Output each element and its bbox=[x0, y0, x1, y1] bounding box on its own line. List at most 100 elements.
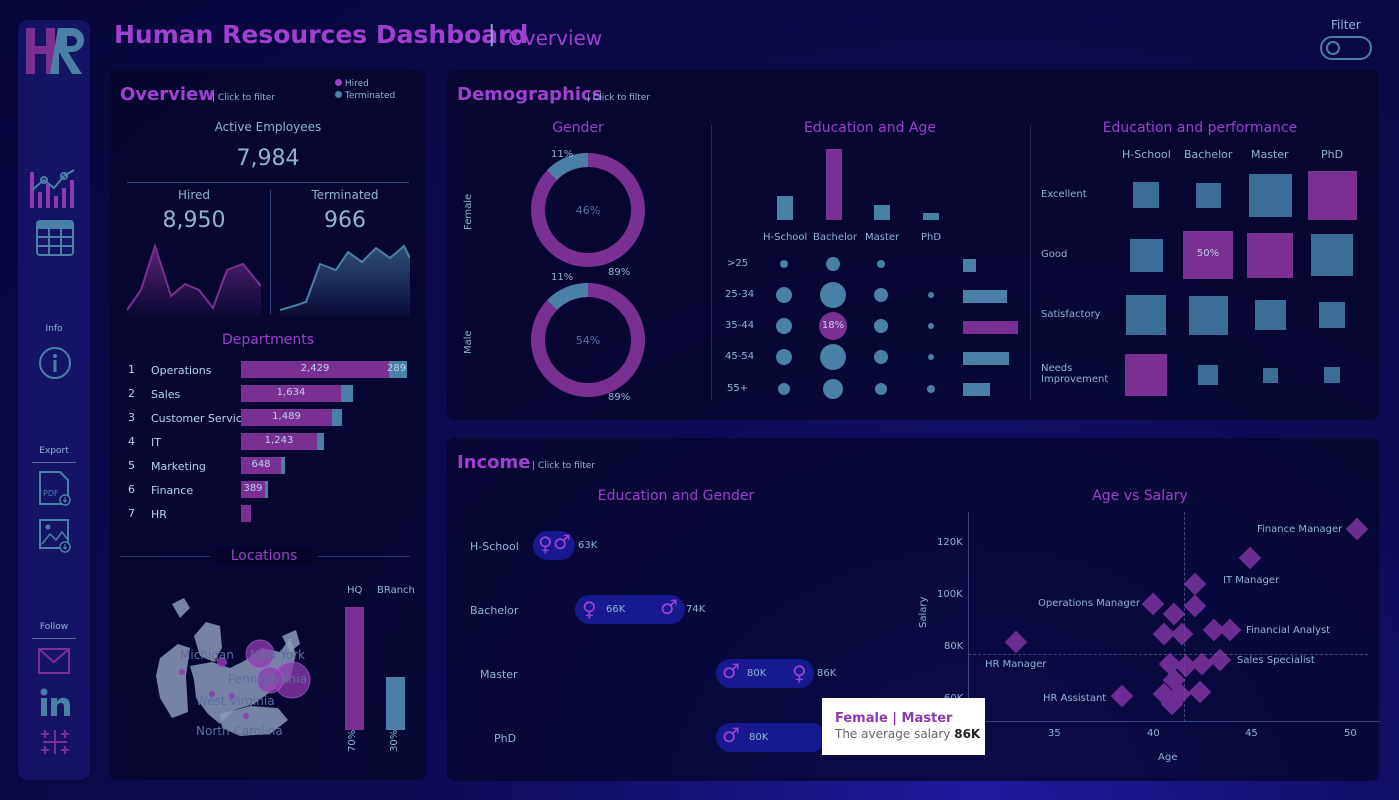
department-terminated-bar[interactable] bbox=[341, 385, 353, 402]
perf-square[interactable] bbox=[1133, 182, 1159, 208]
x-tick: 50 bbox=[1344, 728, 1357, 739]
terminated-label: Terminated bbox=[311, 188, 379, 202]
income-hint[interactable]: | Click to filter bbox=[532, 461, 595, 471]
overview-hint[interactable]: | Click to filter bbox=[212, 93, 275, 103]
male-icon: ♂ bbox=[553, 530, 571, 554]
perf-square[interactable] bbox=[1247, 233, 1293, 278]
edu-age-bubbles[interactable] bbox=[765, 250, 965, 400]
hired-value: 8,950 bbox=[162, 208, 226, 233]
perf-square[interactable] bbox=[1308, 171, 1357, 220]
hq-bar[interactable] bbox=[345, 607, 364, 730]
age-count-bar[interactable] bbox=[963, 383, 990, 396]
male-small-pct: 11% bbox=[551, 272, 574, 283]
male-big-pct: 89% bbox=[608, 392, 631, 403]
tooltip-title: Female | Master bbox=[835, 711, 953, 726]
branch-label: BRanch bbox=[377, 585, 415, 596]
dashboard-title: Human Resources Dashboard bbox=[114, 20, 529, 49]
image-export-icon[interactable] bbox=[38, 516, 76, 553]
age-count-bar[interactable] bbox=[963, 321, 1018, 334]
department-terminated-value: 289 bbox=[387, 363, 407, 374]
department-name[interactable]: HR bbox=[151, 508, 167, 526]
perf-square[interactable] bbox=[1319, 302, 1345, 328]
toggle-knob[interactable] bbox=[1326, 41, 1340, 55]
department-rank: 4 bbox=[128, 435, 135, 448]
income-row-label: Bachelor bbox=[470, 604, 519, 617]
edu-count-bar[interactable] bbox=[826, 149, 842, 220]
scatter-points[interactable] bbox=[968, 510, 1378, 722]
edu-count-bar[interactable] bbox=[923, 213, 939, 220]
edu-count-bar[interactable] bbox=[874, 205, 890, 220]
perf-square[interactable] bbox=[1130, 239, 1163, 272]
dashboard-icon[interactable] bbox=[28, 166, 78, 212]
department-hired-bar[interactable] bbox=[241, 505, 251, 522]
job-label: IT Manager bbox=[1223, 575, 1280, 586]
perf-square[interactable] bbox=[1249, 174, 1292, 217]
department-hired-value: 1,634 bbox=[276, 387, 306, 398]
pdf-export-icon[interactable]: PDF bbox=[38, 470, 76, 506]
demographics-hint-text: Click to filter bbox=[592, 93, 651, 103]
divider bbox=[127, 182, 409, 183]
info-icon[interactable] bbox=[38, 346, 76, 382]
tooltip-value: 86K bbox=[954, 727, 981, 741]
map-label-west-virginia: West Virginia bbox=[196, 694, 275, 708]
x-tick: 35 bbox=[1048, 728, 1061, 739]
perf-square[interactable] bbox=[1196, 183, 1221, 208]
education-age-title: Education and Age bbox=[803, 120, 936, 136]
department-terminated-bar[interactable] bbox=[317, 433, 324, 450]
department-terminated-bar[interactable] bbox=[265, 481, 268, 498]
perf-square[interactable] bbox=[1125, 354, 1167, 396]
export-label: Export bbox=[39, 446, 69, 456]
divider bbox=[270, 190, 271, 314]
perf-col-label: Master bbox=[1251, 148, 1289, 161]
male-icon: ♂ bbox=[660, 595, 678, 619]
perf-col-label: PhD bbox=[1321, 148, 1344, 161]
terminated-trend-chart[interactable] bbox=[280, 240, 410, 316]
income-value-female: 86K bbox=[817, 668, 837, 679]
perf-square[interactable] bbox=[1311, 234, 1353, 276]
job-label: Financial Analyst bbox=[1246, 625, 1331, 636]
department-rank: 7 bbox=[128, 507, 135, 520]
table-icon[interactable] bbox=[36, 220, 74, 256]
info-label: Info bbox=[45, 324, 63, 334]
perf-square[interactable] bbox=[1324, 367, 1340, 383]
department-name[interactable]: Customer Service bbox=[151, 412, 249, 430]
department-name[interactable]: Operations bbox=[151, 364, 211, 382]
perf-square[interactable] bbox=[1255, 300, 1286, 330]
age-count-bar[interactable] bbox=[963, 352, 1009, 365]
branch-bar[interactable] bbox=[386, 677, 405, 730]
edu-count-bar[interactable] bbox=[777, 196, 793, 220]
department-hired-value: 2,429 bbox=[300, 363, 330, 374]
male-center-pct: 54% bbox=[575, 334, 601, 347]
perf-square[interactable] bbox=[1263, 368, 1278, 383]
terminated-value: 966 bbox=[324, 208, 366, 233]
map-label-north-carolina: North Carolina bbox=[196, 724, 283, 738]
hired-trend-chart[interactable] bbox=[127, 240, 261, 316]
tableau-icon[interactable] bbox=[38, 726, 76, 762]
linkedin-icon[interactable] bbox=[40, 688, 78, 724]
department-terminated-bar[interactable] bbox=[281, 457, 285, 474]
perf-row-label: Satisfactory bbox=[1041, 309, 1101, 320]
perf-square[interactable] bbox=[1198, 365, 1218, 385]
hr-logo[interactable] bbox=[24, 24, 84, 78]
department-name[interactable]: Sales bbox=[151, 388, 180, 406]
filter-toggle[interactable] bbox=[1320, 36, 1372, 60]
age-count-bar[interactable] bbox=[963, 290, 1007, 303]
departments-title: Departments bbox=[221, 332, 314, 348]
perf-square[interactable] bbox=[1189, 296, 1228, 335]
gmail-icon[interactable] bbox=[38, 648, 76, 684]
department-terminated-bar[interactable] bbox=[332, 409, 342, 426]
age-count-bar[interactable] bbox=[963, 259, 976, 272]
edu-level-label: PhD bbox=[921, 232, 942, 243]
overview-hint-text: Click to filter bbox=[217, 93, 276, 103]
department-name[interactable]: Marketing bbox=[151, 460, 206, 478]
legend-hired: Hired bbox=[344, 79, 369, 89]
department-name[interactable]: Finance bbox=[151, 484, 193, 502]
department-name[interactable]: IT bbox=[151, 436, 161, 454]
income-title: Income bbox=[457, 452, 531, 473]
active-employees-label: Active Employees bbox=[214, 120, 322, 134]
gender-title: Gender bbox=[552, 120, 604, 136]
income-row-label: H-School bbox=[470, 540, 519, 553]
demographics-hint[interactable]: | Click to filter bbox=[587, 93, 650, 103]
perf-square[interactable] bbox=[1126, 295, 1166, 335]
job-label: Operations Manager bbox=[1038, 598, 1140, 609]
